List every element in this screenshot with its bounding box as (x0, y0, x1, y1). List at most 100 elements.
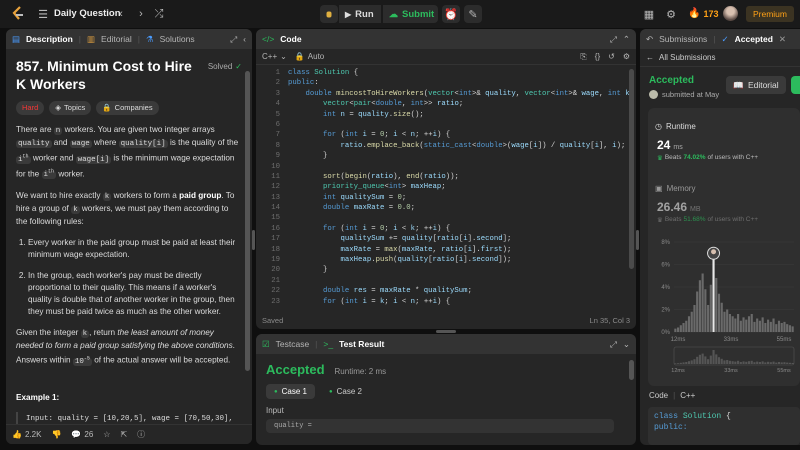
distribution-bar (717, 293, 721, 332)
code-token: quality (358, 110, 389, 119)
help-icon[interactable]: ⓘ (137, 429, 145, 440)
fullscreen-icon[interactable]: ⤢ (610, 34, 617, 45)
overview-bar (742, 361, 745, 364)
shuffle-icon[interactable]: ⤮ (152, 6, 166, 22)
overview-bar (704, 356, 707, 364)
overview-tick-label: 55ms (777, 368, 791, 374)
code-editor[interactable]: 1 class Solution {2 public:3 double mincos… (256, 65, 636, 310)
leetcode-logo[interactable] (11, 6, 25, 22)
tab-submissions[interactable]: Submissions (659, 34, 707, 44)
collapse-code-icon[interactable]: ⌃ (623, 34, 630, 45)
line-number: 21 (271, 276, 280, 285)
result-collapse-icon[interactable]: ⌄ (623, 339, 630, 350)
alarm-icon[interactable]: ⏰ (442, 5, 460, 23)
editorial-button[interactable]: 📖 Editorial (726, 76, 786, 94)
code-token: ) { (436, 297, 451, 306)
run-button[interactable]: ▶ Run (339, 5, 381, 23)
solution-button-edge[interactable] (791, 76, 800, 94)
settings-gear-icon[interactable]: ⚙ (664, 7, 678, 21)
code-token: ), (393, 172, 407, 181)
submit-button[interactable]: ☁ Submit (383, 5, 438, 23)
reset-icon[interactable]: ↺ (608, 52, 615, 61)
bookmark-icon[interactable]: ⎘ (580, 52, 586, 62)
code-line: 1 class Solution { (256, 68, 636, 78)
premium-button[interactable]: Premium (746, 6, 794, 22)
nav-title[interactable]: Daily Question (54, 8, 121, 19)
settings-icon[interactable]: ⚙ (623, 52, 630, 61)
share-icon[interactable]: ⇱ (120, 430, 127, 439)
line-number: 5 (275, 110, 280, 119)
next-problem-icon[interactable]: › (134, 6, 148, 22)
code-token: { (353, 69, 359, 77)
notes-icon[interactable]: ✎ (464, 5, 482, 23)
dislike-icon[interactable]: 👎 (51, 430, 61, 439)
close-tab-icon[interactable]: ✕ (779, 34, 786, 45)
overview-bar (712, 350, 715, 364)
code-token: < (401, 224, 411, 233)
code-token: quality (559, 141, 591, 150)
list-icon[interactable]: ☰ (36, 7, 50, 21)
overview-bar (709, 355, 712, 364)
tab-editorial[interactable]: Editorial (101, 34, 132, 44)
horizontal-resize-handle[interactable] (436, 330, 456, 333)
vertical-resize-handle-left[interactable] (252, 230, 255, 250)
code-token: Solution (314, 69, 354, 77)
tab-description[interactable]: Description (26, 34, 73, 44)
star-icon[interactable]: ☆ (103, 430, 110, 439)
line-number: 1 (275, 69, 280, 77)
code-line: 20 } (256, 265, 636, 275)
streak-counter[interactable]: 🔥 173 (688, 8, 718, 19)
topics-tag[interactable]: ◈ Topics (49, 101, 92, 115)
overview-bar (737, 360, 740, 364)
user-avatar[interactable] (723, 6, 738, 21)
code-token: i (362, 131, 372, 140)
collapse-icon[interactable]: ‹ (243, 34, 246, 44)
case-1-tab[interactable]: ● Case 1 (266, 384, 315, 399)
tab-test-result[interactable]: Test Result (339, 339, 384, 349)
debug-button[interactable] (320, 5, 338, 23)
code-token: 0.0 (397, 204, 411, 213)
overview-bar (764, 362, 767, 364)
code-token: = (388, 204, 398, 213)
trophy-icon: ♛ (657, 155, 663, 162)
thumbs-up-icon: 👍 (12, 430, 22, 439)
runtime-distribution-chart[interactable]: 8%6%4%2%0%12ms 33ms 55ms12ms 33ms 55ms (648, 236, 800, 386)
all-submissions-link[interactable]: ← All Submissions (640, 49, 800, 67)
code-token: < (401, 131, 411, 140)
code-token: for (323, 297, 341, 306)
code-token: emplace_back (366, 141, 420, 150)
code-token: ], (599, 141, 613, 150)
case-2-tab[interactable]: ● Case 2 (321, 384, 370, 399)
tab-accepted[interactable]: Accepted (735, 34, 773, 44)
user-avatar-marker-face (711, 249, 717, 255)
overview-bar (715, 354, 718, 364)
auto-lock[interactable]: 🔒 Auto (295, 52, 324, 61)
format-icon[interactable]: {} (595, 52, 600, 61)
comments-button[interactable]: 💬 26 (71, 430, 93, 439)
like-button[interactable]: 👍 2.2K (12, 430, 41, 439)
editor-scrollbar[interactable] (629, 69, 634, 269)
tab-solutions[interactable]: Solutions (160, 34, 195, 44)
vertical-resize-handle-right[interactable] (636, 230, 639, 250)
companies-tag[interactable]: 🔒 Companies (96, 101, 159, 115)
code-line: 5 int n = quality. size (); (256, 110, 636, 120)
code-token: wage (581, 89, 599, 98)
description-scrollbar[interactable] (245, 71, 250, 371)
language-select[interactable]: C++ ⌄ (262, 52, 287, 61)
code-token: = (388, 193, 398, 202)
stats-card: ◷ Runtime 24 ms ♛ Beats 74.02% of users wit… (648, 108, 800, 386)
expand-icon[interactable]: ⤢ (230, 34, 237, 45)
distribution-bar (761, 317, 764, 332)
result-scrollbar[interactable] (629, 360, 634, 380)
layout-icon[interactable]: ▦ (642, 7, 656, 21)
prev-problem-icon[interactable]: ‹ (114, 6, 128, 22)
code-line: 22 double res = maxRate * qualitySum; (256, 286, 636, 296)
code-token: , (401, 100, 411, 109)
tab-testcase[interactable]: Testcase (276, 339, 310, 349)
result-expand-icon[interactable]: ⤢ (610, 339, 617, 350)
code-token: for (323, 131, 341, 140)
overview-bar (775, 362, 778, 364)
